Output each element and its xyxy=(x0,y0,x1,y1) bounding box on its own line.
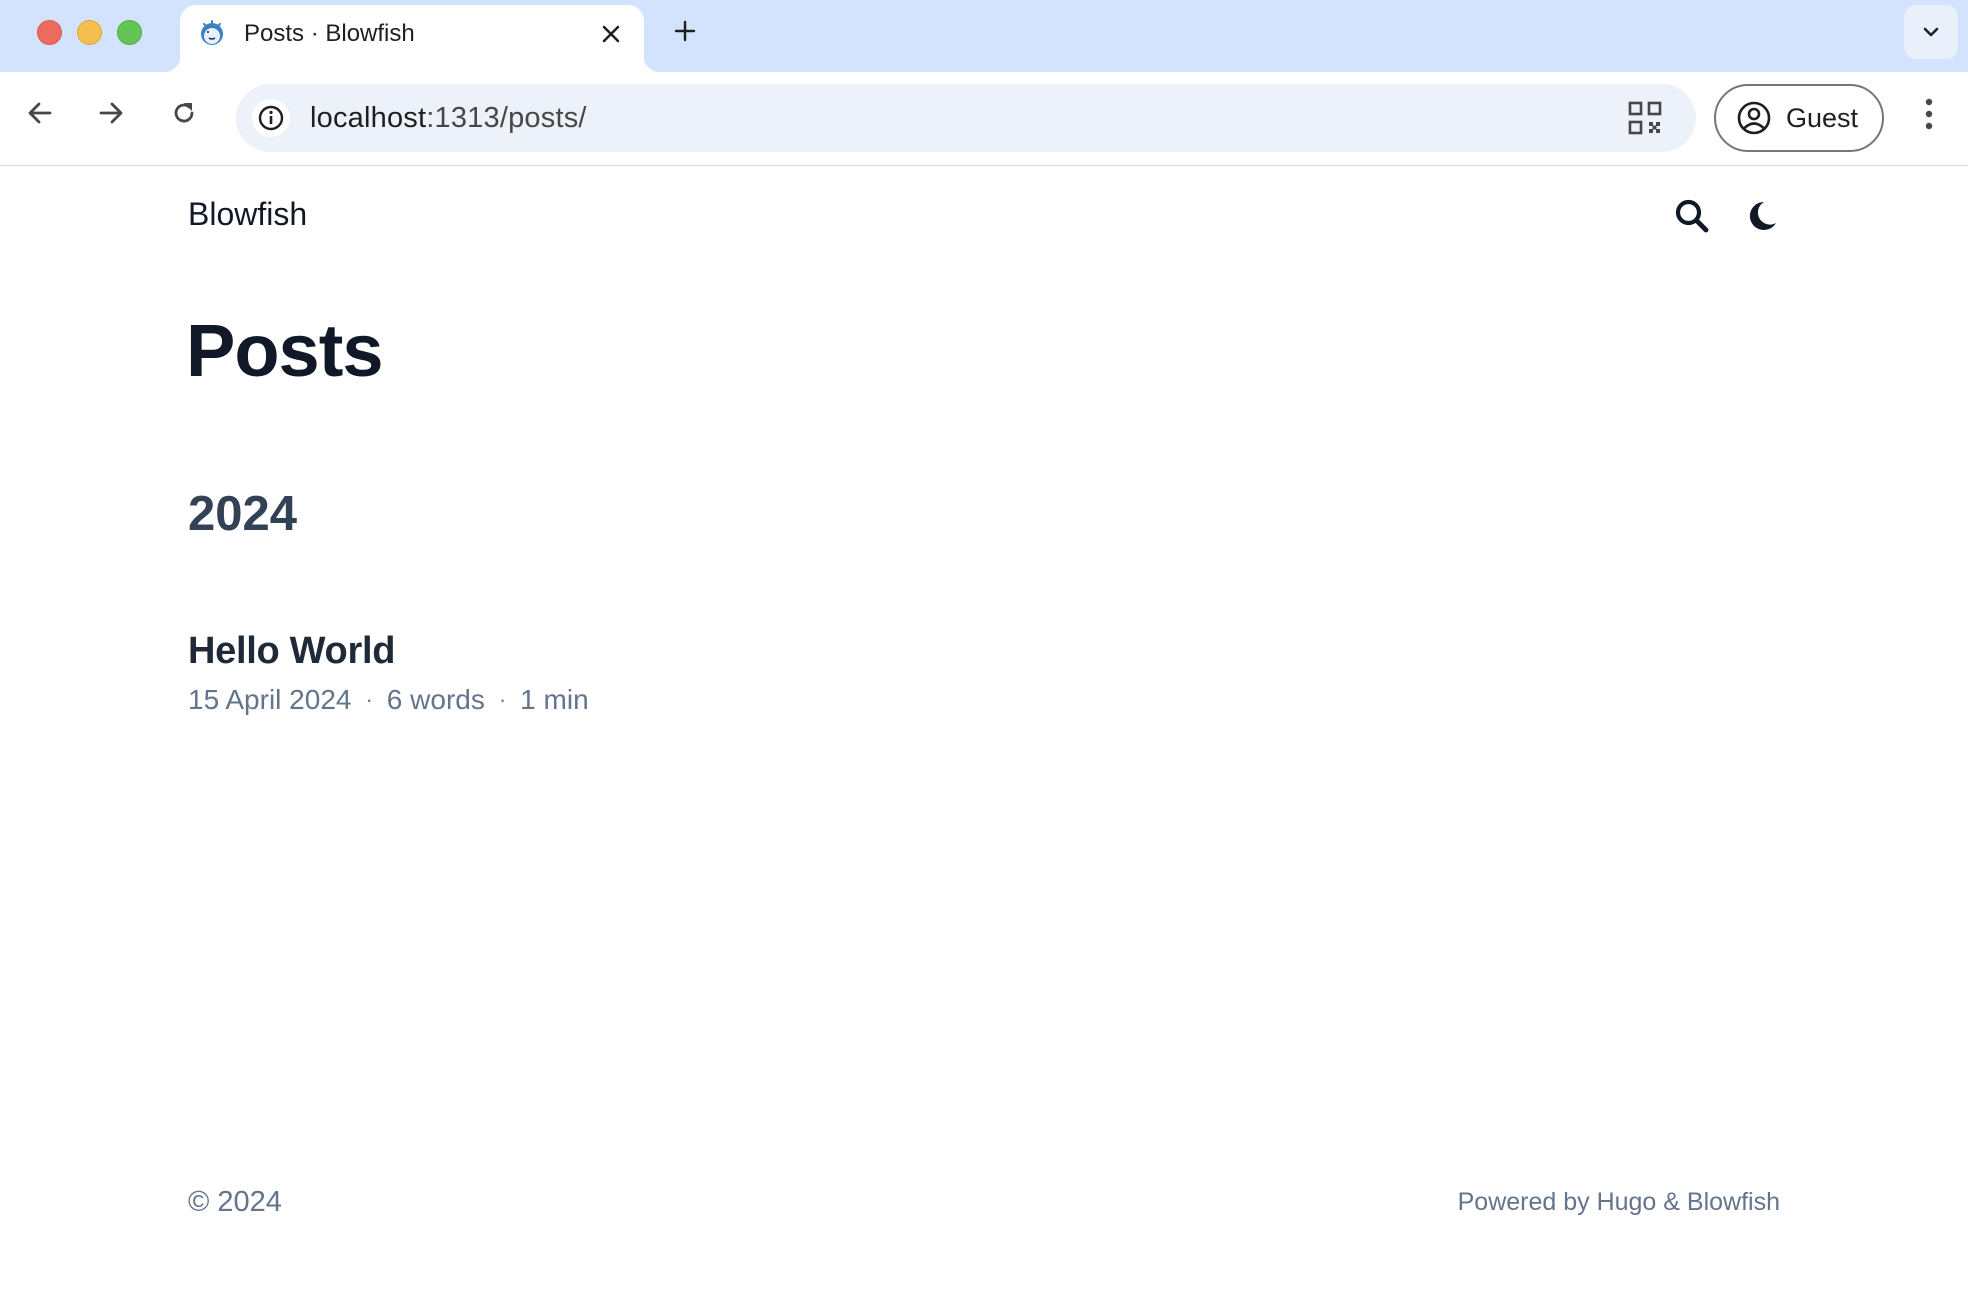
tab-close-icon[interactable] xyxy=(596,19,626,49)
tab-search-button[interactable] xyxy=(1904,5,1958,59)
plus-icon xyxy=(674,20,696,42)
meta-separator: · xyxy=(498,687,507,712)
tab-strip: Posts · Blowfish xyxy=(0,0,1968,72)
moon-icon[interactable] xyxy=(1744,198,1780,234)
avatar-icon xyxy=(1737,101,1771,135)
browser-toolbar: localhost:1313/posts/ Guest xyxy=(0,72,1968,166)
minimize-window-button[interactable] xyxy=(77,20,102,45)
search-icon[interactable] xyxy=(1674,198,1710,234)
reload-button[interactable] xyxy=(164,93,204,133)
arrow-right-icon xyxy=(99,102,123,124)
url-host: localhost xyxy=(310,102,427,134)
post-meta: 15 April 2024 · 6 words · 1 min xyxy=(188,684,589,716)
meta-separator: · xyxy=(365,687,373,712)
post-word-count: 6 words xyxy=(386,684,485,715)
kebab-menu-icon xyxy=(1925,98,1933,130)
year-heading: 2024 xyxy=(188,487,298,541)
url-text[interactable]: localhost:1313/posts/ xyxy=(310,102,587,135)
tab-title: Posts · Blowfish xyxy=(244,20,415,47)
footer-powered-by: Powered by Hugo & Blowfish xyxy=(1457,1188,1780,1216)
reload-icon xyxy=(174,103,194,123)
profile-button[interactable]: Guest xyxy=(1714,84,1884,152)
post-date: 15 April 2024 xyxy=(188,684,352,715)
forward-button[interactable] xyxy=(91,93,131,133)
address-bar[interactable]: localhost:1313/posts/ xyxy=(236,84,1696,152)
maximize-window-button[interactable] xyxy=(117,20,142,45)
new-tab-button[interactable] xyxy=(668,14,702,48)
browser-tab-active[interactable]: Posts · Blowfish xyxy=(164,5,660,72)
chevron-down-icon xyxy=(1923,27,1939,37)
browser-menu-button[interactable] xyxy=(1912,94,1946,134)
back-button[interactable] xyxy=(20,93,60,133)
url-path: :1313/posts/ xyxy=(426,102,587,134)
post-title-link[interactable]: Hello World xyxy=(188,630,395,673)
qr-code-icon[interactable] xyxy=(1628,101,1662,135)
arrow-left-icon xyxy=(28,102,52,124)
close-window-button[interactable] xyxy=(37,20,62,45)
site-name-link[interactable]: Blowfish xyxy=(188,196,307,232)
page-title: Posts xyxy=(186,309,384,392)
post-reading-time: 1 min xyxy=(520,684,589,715)
site-header: Blowfish xyxy=(188,196,307,233)
profile-label: Guest xyxy=(1786,102,1859,133)
blowfish-favicon-icon xyxy=(198,19,226,47)
info-icon[interactable] xyxy=(252,99,290,137)
footer-copyright: © 2024 xyxy=(188,1186,282,1218)
